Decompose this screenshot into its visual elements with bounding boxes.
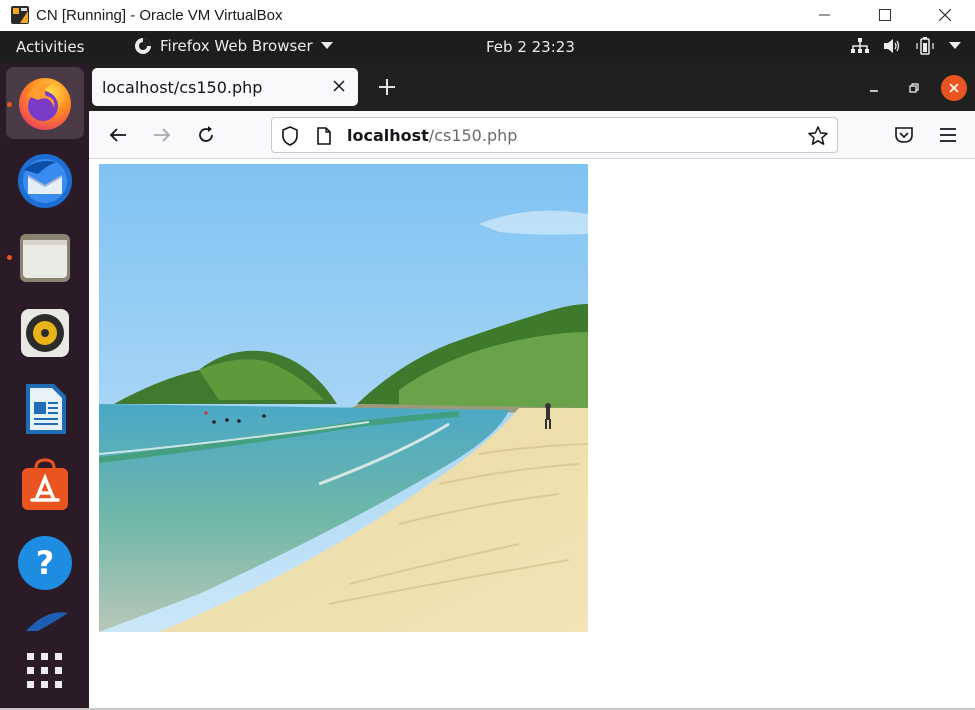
volume-icon bbox=[884, 39, 900, 53]
libreoffice-writer-icon bbox=[26, 384, 66, 434]
chevron-down-icon bbox=[320, 42, 333, 49]
hamburger-menu-icon bbox=[940, 128, 956, 142]
firefox-small-icon bbox=[135, 38, 151, 54]
nav-toolbar: localhost/cs150.php bbox=[89, 111, 975, 159]
forward-arrow-icon bbox=[154, 128, 171, 142]
window-controls bbox=[861, 75, 967, 101]
dock-item-rhythmbox[interactable] bbox=[6, 297, 84, 369]
shield-icon[interactable] bbox=[281, 126, 299, 146]
host-maximize-button[interactable] bbox=[855, 0, 915, 30]
tab-active[interactable]: localhost/cs150.php bbox=[92, 68, 358, 106]
back-arrow-icon bbox=[109, 128, 126, 142]
forward-button[interactable] bbox=[150, 123, 174, 147]
host-minimize-button[interactable] bbox=[795, 0, 855, 30]
svg-text:?: ? bbox=[36, 544, 55, 582]
clock[interactable]: Feb 2 23:23 bbox=[486, 38, 575, 56]
close-button[interactable] bbox=[941, 75, 967, 101]
beach-photo bbox=[99, 164, 588, 632]
dock-item-writer[interactable] bbox=[6, 373, 84, 445]
host-close-button[interactable] bbox=[915, 0, 975, 30]
app-menu-label: Firefox Web Browser bbox=[160, 37, 313, 55]
reload-icon bbox=[199, 126, 213, 142]
tab-strip: localhost/cs150.php bbox=[89, 63, 975, 111]
virtualbox-icon bbox=[10, 5, 30, 25]
beach-image bbox=[99, 164, 588, 632]
show-apps-icon bbox=[27, 653, 62, 688]
host-window-title: CN [Running] - Oracle VM VirtualBox bbox=[36, 6, 283, 24]
tab-title: localhost/cs150.php bbox=[102, 77, 263, 97]
help-icon: ? bbox=[18, 536, 72, 590]
close-icon bbox=[949, 83, 959, 93]
url-host: localhost bbox=[347, 126, 429, 145]
minimize-icon bbox=[819, 14, 830, 16]
running-indicator bbox=[7, 102, 12, 107]
app-menu[interactable]: Firefox Web Browser bbox=[134, 37, 333, 55]
restore-button[interactable] bbox=[901, 75, 927, 101]
maximize-icon bbox=[879, 9, 891, 21]
battery-icon bbox=[916, 37, 934, 55]
files-icon bbox=[20, 234, 70, 282]
firefox-window: localhost/cs150.php localhost/cs150.php bbox=[89, 63, 975, 708]
minimize-button[interactable] bbox=[861, 75, 887, 101]
reload-button[interactable] bbox=[194, 123, 218, 147]
url-text[interactable]: localhost/cs150.php bbox=[347, 126, 517, 145]
minimize-icon bbox=[870, 90, 878, 92]
restore-icon bbox=[909, 83, 919, 93]
software-center-icon bbox=[22, 458, 68, 510]
new-tab-icon[interactable] bbox=[377, 77, 397, 97]
close-icon bbox=[939, 9, 951, 21]
rhythmbox-icon bbox=[21, 309, 69, 357]
pocket-button[interactable] bbox=[892, 123, 916, 147]
firefox-icon bbox=[19, 78, 71, 130]
pocket-icon bbox=[895, 127, 913, 143]
page-content bbox=[89, 160, 975, 708]
back-button[interactable] bbox=[106, 123, 130, 147]
star-icon[interactable] bbox=[807, 125, 829, 147]
running-indicator bbox=[7, 255, 12, 260]
dock-item-thunderbird[interactable] bbox=[6, 145, 84, 217]
tray-chevron-down-icon bbox=[949, 42, 961, 49]
menu-button[interactable] bbox=[936, 123, 960, 147]
system-tray[interactable] bbox=[851, 37, 961, 55]
url-path: /cs150.php bbox=[428, 126, 518, 145]
dock-item-files[interactable] bbox=[6, 221, 84, 293]
dock-item-firefox[interactable] bbox=[6, 67, 84, 139]
url-bar[interactable]: localhost/cs150.php bbox=[271, 117, 838, 153]
page-info-icon[interactable] bbox=[316, 127, 332, 145]
thunderbird-icon bbox=[18, 154, 72, 208]
dock-item-software[interactable] bbox=[6, 449, 84, 521]
network-icon bbox=[851, 38, 869, 53]
partial-app-icon bbox=[26, 612, 68, 631]
dock-item-partial[interactable] bbox=[6, 597, 84, 635]
gnome-top-bar: Activities Firefox Web Browser Feb 2 23:… bbox=[0, 31, 975, 63]
tab-close-icon[interactable] bbox=[332, 79, 346, 93]
dock-item-help[interactable]: ? bbox=[6, 527, 84, 599]
host-window-titlebar: CN [Running] - Oracle VM VirtualBox bbox=[0, 0, 975, 30]
show-applications-button[interactable] bbox=[6, 635, 84, 707]
activities-button[interactable]: Activities bbox=[16, 38, 84, 56]
ubuntu-dock: ? bbox=[0, 63, 89, 708]
